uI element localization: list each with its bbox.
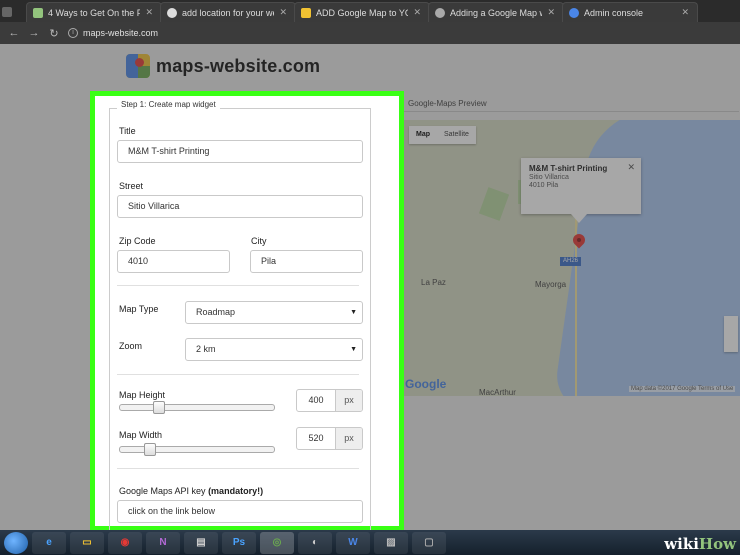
- google-favicon-icon: [167, 7, 177, 18]
- city-label: City: [251, 236, 267, 246]
- url-field[interactable]: i maps-website.com: [68, 28, 158, 38]
- media-icon[interactable]: ◉: [108, 531, 142, 554]
- photoshop-icon[interactable]: Ps: [222, 531, 256, 554]
- api-key-input[interactable]: click on the link below: [117, 500, 363, 523]
- watermark-wiki: wiki: [664, 535, 699, 553]
- api-key-label: Google Maps API key (mandatory!): [119, 486, 263, 496]
- tab-label: ADD Google Map to YO: [316, 7, 409, 18]
- chevron-down-icon: ▼: [350, 309, 357, 316]
- web-page: maps-website.com Google-Maps Preview Map…: [0, 44, 740, 538]
- map-type-select[interactable]: Roadmap ▼: [185, 301, 363, 324]
- divider: [117, 285, 359, 286]
- ie-icon[interactable]: e: [32, 531, 66, 554]
- tab-close-icon[interactable]: ✕: [547, 7, 555, 18]
- page-favicon-icon: [301, 7, 311, 18]
- slider-thumb[interactable]: [144, 443, 157, 456]
- city-input[interactable]: Pila: [250, 250, 363, 273]
- tab-bar: 4 Ways to Get On the F ✕ add location fo…: [0, 0, 740, 22]
- app-icon[interactable]: ◐: [298, 531, 332, 554]
- map-type-label: Map Type: [119, 304, 159, 314]
- unit-label: px: [335, 390, 362, 411]
- map-type-value: Roadmap: [196, 307, 236, 317]
- tab-favicon-icon: [2, 7, 12, 17]
- street-input[interactable]: Sitio Villarica: [117, 195, 363, 218]
- title-input[interactable]: M&M T-shirt Printing: [117, 140, 363, 163]
- map-width-field[interactable]: 520 px: [296, 427, 363, 450]
- tab-adding-google-map[interactable]: Adding a Google Map w ✕: [428, 2, 564, 22]
- zoom-value: 2 km: [196, 344, 216, 354]
- tab-label: Admin console: [584, 7, 644, 18]
- tab-close-icon[interactable]: ✕: [413, 7, 421, 18]
- map-widget-form: Step 1: Create map widget Title M&M T-sh…: [90, 91, 404, 538]
- zoom-select[interactable]: 2 km ▼: [185, 338, 363, 361]
- back-icon[interactable]: ←: [8, 27, 20, 39]
- map-width-value: 520: [308, 433, 324, 443]
- tab-label: Adding a Google Map w: [450, 7, 543, 18]
- divider: [117, 468, 359, 469]
- zip-input[interactable]: 4010: [117, 250, 230, 273]
- window-icon[interactable]: ▢: [412, 531, 446, 554]
- watermark-how: How: [698, 535, 736, 553]
- reload-icon[interactable]: ↻: [48, 27, 60, 40]
- map-height-label: Map Height: [119, 390, 166, 400]
- tab-close-icon[interactable]: ✕: [145, 7, 153, 18]
- tab-admin-console[interactable]: Admin console ✕: [562, 2, 698, 22]
- divider: [117, 374, 359, 375]
- chevron-down-icon: ▼: [350, 346, 357, 353]
- tab-overflow[interactable]: [0, 2, 28, 22]
- street-label: Street: [119, 181, 144, 191]
- tab-close-icon[interactable]: ✕: [681, 7, 689, 18]
- wikihow-favicon-icon: [33, 7, 43, 18]
- map-width-label: Map Width: [119, 430, 163, 440]
- zip-label: Zip Code: [119, 236, 156, 246]
- form-legend: Step 1: Create map widget: [117, 100, 220, 109]
- tab-add-location[interactable]: add location for your we ✕: [160, 2, 296, 22]
- forward-icon[interactable]: →: [28, 27, 40, 39]
- onenote-icon[interactable]: N: [146, 531, 180, 554]
- url-text: maps-website.com: [83, 28, 159, 38]
- tab-4-ways[interactable]: 4 Ways to Get On the F ✕: [26, 2, 162, 22]
- folder-icon[interactable]: ▤: [184, 531, 218, 554]
- title-label: Title: [119, 126, 136, 136]
- slider-thumb[interactable]: [153, 401, 166, 414]
- api-key-label-text: Google Maps API key: [119, 486, 206, 496]
- wikihow-watermark: wikiHow: [664, 535, 736, 553]
- map-height-field[interactable]: 400 px: [296, 389, 363, 412]
- mandatory-note: (mandatory!): [208, 486, 264, 496]
- map-height-value: 400: [308, 395, 324, 405]
- chrome-icon[interactable]: ◎: [260, 531, 294, 554]
- zoom-label: Zoom: [119, 341, 143, 351]
- explorer-icon[interactable]: ▭: [70, 531, 104, 554]
- address-bar: ← → ↻ i maps-website.com: [0, 22, 740, 44]
- start-button[interactable]: [4, 531, 28, 554]
- admin-favicon-icon: [569, 7, 579, 18]
- map-height-slider[interactable]: [119, 401, 275, 414]
- map-width-slider[interactable]: [119, 443, 275, 456]
- tab-add-google-map[interactable]: ADD Google Map to YO ✕: [294, 2, 430, 22]
- notepad-icon[interactable]: ▨: [374, 531, 408, 554]
- unit-label: px: [335, 428, 362, 449]
- tab-close-icon[interactable]: ✕: [279, 7, 287, 18]
- info-icon[interactable]: i: [68, 28, 78, 38]
- word-icon[interactable]: W: [336, 531, 370, 554]
- wordpress-favicon-icon: [435, 7, 445, 18]
- tab-label: 4 Ways to Get On the F: [48, 7, 141, 18]
- tab-label: add location for your we: [182, 7, 275, 18]
- taskbar: e ▭ ◉ N ▤ Ps ◎ ◐ W ▨ ▢ wikiHow: [0, 530, 740, 555]
